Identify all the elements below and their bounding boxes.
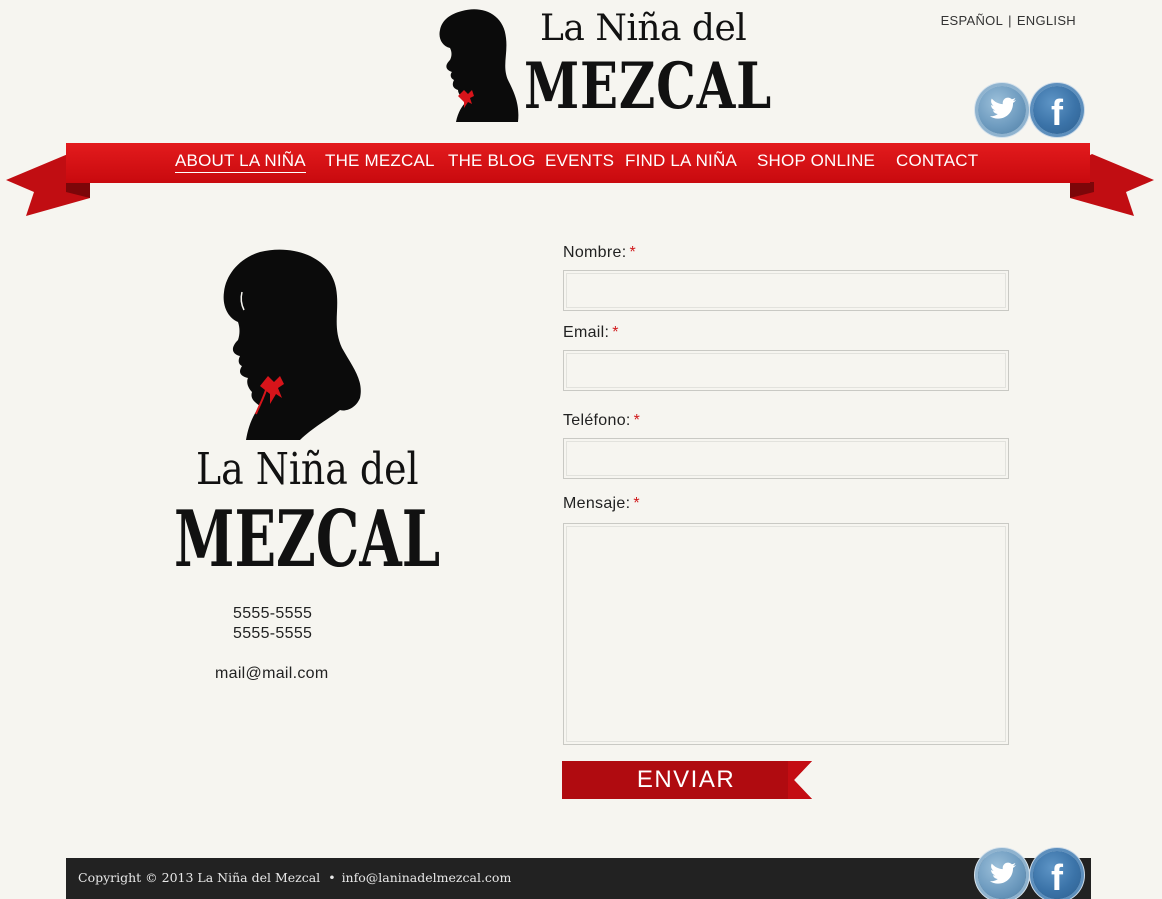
brand-title-line1: La Niña del — [196, 444, 419, 495]
facebook-badge-header[interactable]: f — [1033, 86, 1081, 134]
nav-the-blog[interactable]: THE BLOG — [448, 151, 536, 171]
footer-text: Copyright © 2013 La Niña del Mezcal • info… — [78, 870, 511, 885]
footer-email-link[interactable]: info@laninadelmezcal.com — [342, 870, 512, 885]
required-marker: * — [633, 495, 640, 512]
logo-silhouette-icon[interactable] — [436, 8, 522, 122]
phone-label: Teléfono: * — [563, 412, 640, 430]
email-input[interactable] — [563, 350, 1009, 391]
name-input[interactable] — [563, 270, 1009, 311]
message-label-text: Mensaje: — [563, 495, 631, 512]
brand-title-line2: MEZCAL — [174, 494, 441, 585]
name-label-text: Nombre: — [563, 244, 627, 261]
submit-button[interactable]: ENVIAR — [562, 761, 812, 799]
email-label-text: Email: — [563, 324, 610, 341]
email-label: Email: * — [563, 324, 619, 342]
language-link-english[interactable]: ENGLISH — [1017, 13, 1076, 28]
phone-input[interactable] — [563, 438, 1009, 479]
message-textarea[interactable] — [563, 523, 1009, 745]
required-marker: * — [612, 324, 619, 341]
nav-contact[interactable]: CONTACT — [896, 151, 978, 171]
submit-button-label: ENVIAR — [636, 766, 736, 793]
phone-label-text: Teléfono: — [563, 412, 631, 429]
contact-phone-2: 5555-5555 — [233, 625, 313, 642]
twitter-badge-footer[interactable] — [978, 851, 1026, 899]
brand-silhouette-icon — [223, 249, 361, 440]
facebook-f-icon: f — [1051, 92, 1063, 133]
nav-events[interactable]: EVENTS — [545, 151, 614, 171]
main-nav: ABOUT LA NIÑA THE MEZCAL THE BLOG EVENTS… — [66, 143, 1090, 183]
nav-about-la-nina[interactable]: ABOUT LA NIÑA — [175, 151, 306, 173]
footer-bullet: • — [328, 870, 336, 885]
twitter-bird-icon — [989, 862, 1016, 884]
contact-phone-1: 5555-5555 — [233, 605, 313, 622]
logo-title-line1: La Niña del — [540, 8, 747, 49]
footer-copyright: Copyright © 2013 La Niña del Mezcal — [78, 870, 321, 885]
twitter-bird-icon — [989, 97, 1016, 119]
nav-the-mezcal[interactable]: THE MEZCAL — [325, 151, 435, 171]
twitter-badge-header[interactable] — [978, 86, 1026, 134]
logo-title-line2: MEZCAL — [524, 49, 772, 124]
message-label: Mensaje: * — [563, 495, 640, 513]
language-separator: | — [1008, 13, 1012, 28]
nav-find-la-nina[interactable]: FIND LA NIÑA — [625, 151, 737, 171]
contact-email[interactable]: mail@mail.com — [215, 665, 329, 683]
required-marker: * — [629, 244, 636, 261]
name-label: Nombre: * — [563, 244, 636, 262]
required-marker: * — [633, 412, 641, 429]
nav-shop-online[interactable]: SHOP ONLINE — [757, 151, 875, 171]
language-link-spanish[interactable]: ESPAÑOL — [941, 13, 1004, 28]
facebook-badge-footer[interactable]: f — [1033, 851, 1081, 899]
facebook-f-icon: f — [1051, 857, 1063, 898]
language-switcher: ESPAÑOL | ENGLISH — [941, 13, 1076, 28]
